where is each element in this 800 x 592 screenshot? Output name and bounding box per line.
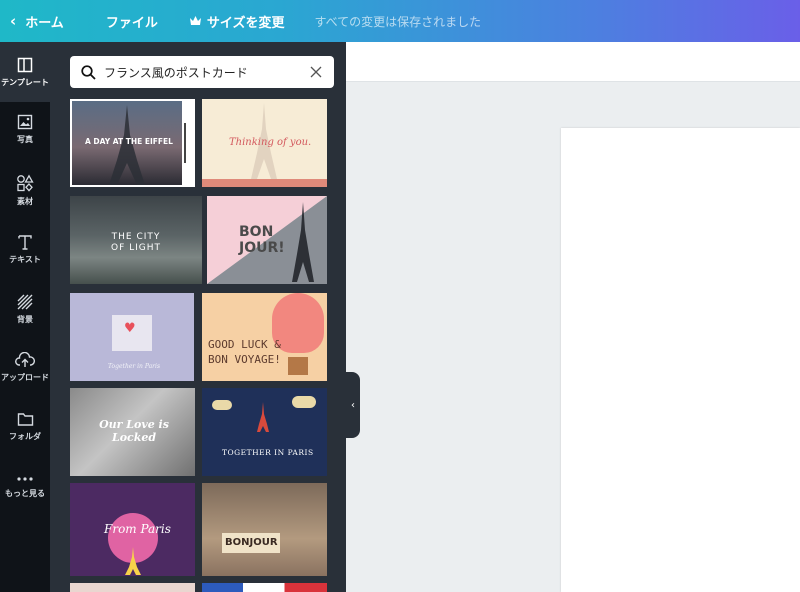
template-title: From Paris bbox=[104, 522, 171, 536]
design-page[interactable] bbox=[561, 128, 800, 592]
template-title: TOGETHER IN PARIS bbox=[222, 448, 314, 457]
sidebar-item-text[interactable]: テキスト bbox=[0, 234, 50, 265]
sidebar-item-label: もっと見る bbox=[5, 489, 45, 498]
sidebar-item-label: 背景 bbox=[17, 315, 33, 324]
sidebar-item-photos[interactable]: 写真 bbox=[0, 114, 50, 145]
sidebar-item-label: 写真 bbox=[17, 135, 33, 144]
template-card[interactable]: BONJOUR bbox=[202, 483, 327, 576]
template-card[interactable] bbox=[202, 583, 327, 592]
sidebar-item-uploads[interactable]: アップロード bbox=[0, 352, 50, 383]
sidebar-rail: テンプレート 写真 素材 テキスト 背景 アップロード フォルダ もっと見る bbox=[0, 42, 50, 592]
template-title: GOOD LUCK & BON VOYAGE! bbox=[208, 338, 281, 366]
canvas-toolbar bbox=[346, 42, 800, 82]
template-card[interactable]: A DAY AT THE EIFFEL bbox=[70, 99, 195, 187]
template-title: BONJOUR bbox=[225, 537, 278, 548]
sidebar-item-label: 素材 bbox=[17, 197, 33, 206]
template-title: Together in Paris bbox=[108, 363, 161, 370]
template-title: Our Love is Locked bbox=[99, 418, 169, 444]
elements-icon bbox=[17, 174, 34, 192]
sidebar-item-elements[interactable]: 素材 bbox=[0, 174, 50, 207]
photo-icon bbox=[17, 114, 33, 130]
collapse-panel-button[interactable]: ‹ bbox=[346, 372, 360, 438]
eiffel-tower-image bbox=[292, 202, 314, 282]
resize-button[interactable]: サイズを変更 bbox=[189, 12, 285, 31]
templates-panel: A DAY AT THE EIFFEL Thinking of you. THE… bbox=[50, 42, 346, 592]
text-icon bbox=[18, 235, 32, 250]
search-box[interactable] bbox=[70, 56, 334, 88]
template-card[interactable]: From Paris bbox=[70, 483, 195, 576]
search-input[interactable] bbox=[104, 65, 294, 79]
heart-icon: ♥ bbox=[124, 321, 136, 336]
eiffel-tower-image bbox=[125, 547, 141, 575]
home-label: ホーム bbox=[25, 15, 64, 31]
sidebar-item-folders[interactable]: フォルダ bbox=[0, 412, 50, 442]
search-icon bbox=[81, 64, 96, 80]
template-card[interactable] bbox=[70, 583, 195, 592]
template-title: Thinking of you. bbox=[229, 137, 312, 148]
eiffel-tower-image bbox=[257, 402, 269, 432]
sidebar-item-label: フォルダ bbox=[9, 432, 41, 441]
crown-icon bbox=[189, 16, 201, 25]
home-button[interactable]: ‹ ホーム bbox=[10, 12, 64, 31]
sidebar-item-more[interactable]: もっと見る bbox=[0, 474, 50, 499]
template-card[interactable]: TOGETHER IN PARIS bbox=[202, 388, 327, 476]
save-status: すべての変更は保存されました bbox=[314, 14, 482, 29]
sidebar-item-label: テンプレート bbox=[1, 78, 49, 87]
template-card[interactable]: Our Love is Locked bbox=[70, 388, 195, 476]
template-title: THE CITY OF LIGHT bbox=[110, 232, 162, 253]
template-icon bbox=[17, 57, 33, 73]
chevron-left-icon: ‹ bbox=[351, 399, 355, 411]
template-card[interactable]: Thinking of you. bbox=[202, 99, 327, 187]
more-icon bbox=[17, 477, 33, 481]
sidebar-item-templates[interactable]: テンプレート bbox=[0, 42, 50, 102]
chevron-left-icon: ‹ bbox=[10, 12, 17, 30]
resize-label: サイズを変更 bbox=[206, 15, 285, 31]
template-title: A DAY AT THE EIFFEL bbox=[85, 137, 173, 146]
file-menu-button[interactable]: ファイル bbox=[106, 12, 158, 31]
sidebar-item-background[interactable]: 背景 bbox=[0, 294, 50, 325]
sidebar-item-label: テキスト bbox=[9, 255, 41, 264]
sidebar-item-label: アップロード bbox=[1, 373, 49, 382]
clear-search-icon[interactable] bbox=[310, 66, 322, 78]
template-card[interactable]: GOOD LUCK & BON VOYAGE! bbox=[202, 293, 327, 381]
template-card[interactable]: ♥ Together in Paris bbox=[70, 293, 194, 381]
template-card[interactable]: THE CITY OF LIGHT bbox=[70, 196, 202, 284]
upload-icon bbox=[15, 352, 35, 367]
template-title: BON JOUR! bbox=[239, 224, 285, 256]
template-card[interactable]: BON JOUR! bbox=[207, 196, 327, 284]
folder-icon bbox=[17, 413, 33, 426]
top-bar: ‹ ホーム ファイル サイズを変更 すべての変更は保存されました bbox=[0, 0, 800, 42]
background-icon bbox=[17, 294, 33, 310]
